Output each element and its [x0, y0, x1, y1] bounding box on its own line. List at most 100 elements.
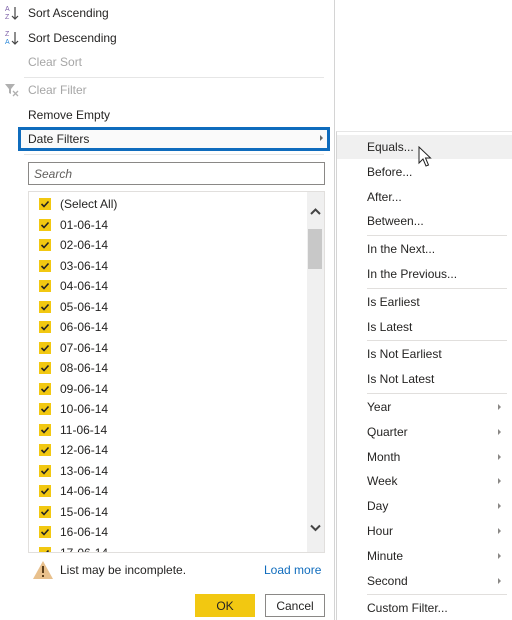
- select-all-item[interactable]: (Select All): [39, 194, 117, 214]
- list-item[interactable]: 09-06-14: [39, 379, 108, 399]
- checkbox[interactable]: [39, 382, 51, 395]
- submenu-item-label: Minute: [367, 548, 404, 563]
- checkmark-icon: [40, 467, 50, 475]
- submenu-item-is-not-latest[interactable]: Is Not Latest: [337, 367, 512, 391]
- list-item[interactable]: 16-06-14: [39, 522, 108, 542]
- submenu-item-month[interactable]: Month: [337, 445, 512, 469]
- date-filters-label: Date Filters: [28, 132, 90, 146]
- submenu-item-in-the-next[interactable]: In the Next...: [337, 237, 512, 261]
- submenu-item-label: Second: [367, 573, 408, 588]
- submenu-item-after[interactable]: After...: [337, 185, 512, 209]
- list-item[interactable]: 14-06-14: [39, 481, 108, 501]
- submenu-item-day[interactable]: Day: [337, 494, 512, 518]
- svg-text:Z: Z: [5, 31, 10, 38]
- scroll-up-icon[interactable]: [307, 204, 324, 220]
- checkbox[interactable]: [39, 280, 51, 292]
- checkbox[interactable]: [39, 403, 51, 415]
- list-item[interactable]: 07-06-14: [39, 338, 108, 358]
- list-item-label: 01-06-14: [60, 217, 109, 232]
- checkbox[interactable]: [39, 259, 51, 272]
- checkbox[interactable]: [39, 239, 51, 251]
- remove-empty-item[interactable]: Remove Empty: [0, 104, 330, 126]
- submenu-item-label: Equals...: [367, 140, 414, 154]
- list-item[interactable]: 05-06-14: [39, 297, 108, 317]
- submenu-item-week[interactable]: Week: [337, 469, 512, 493]
- submenu-item-between[interactable]: Between...: [337, 209, 512, 233]
- submenu-item-hour[interactable]: Hour: [337, 519, 512, 543]
- scroll-down-icon[interactable]: [307, 520, 324, 536]
- checkbox[interactable]: [39, 444, 51, 456]
- submenu-item-label: Year: [367, 400, 392, 414]
- submenu-item-quarter[interactable]: Quarter: [337, 420, 512, 444]
- list-item-label: 14-06-14: [60, 484, 109, 498]
- checkbox[interactable]: [39, 218, 51, 231]
- scrollbar-thumb[interactable]: [308, 229, 322, 269]
- ok-button[interactable]: OK: [195, 594, 255, 617]
- submenu-item-in-the-previous[interactable]: In the Previous...: [337, 262, 512, 286]
- checkmark-icon: [40, 200, 50, 208]
- checkbox[interactable]: [39, 485, 51, 497]
- list-item[interactable]: 17-06-14: [39, 543, 109, 553]
- clear-filter-item: Clear Filter: [0, 79, 330, 101]
- submenu-item-label: Day: [367, 499, 389, 514]
- mouse-cursor-icon: [418, 145, 432, 168]
- checkbox[interactable]: [39, 526, 51, 538]
- list-item-label: 16-06-14: [60, 525, 109, 539]
- sort-descending-label: Sort Descending: [28, 31, 117, 45]
- checkbox[interactable]: [39, 505, 51, 518]
- checkbox[interactable]: [39, 546, 51, 552]
- list-item[interactable]: 12-06-14: [39, 440, 108, 460]
- load-more-link[interactable]: Load more: [264, 563, 321, 577]
- submenu-separator: [367, 235, 507, 237]
- list-item[interactable]: 04-06-14: [39, 276, 108, 296]
- chevron-right-icon: [498, 404, 501, 410]
- list-item-label: 05-06-14: [60, 299, 109, 314]
- checkbox[interactable]: [39, 341, 51, 354]
- sort-descending-item[interactable]: ZA Sort Descending: [0, 27, 330, 49]
- search-input[interactable]: [28, 162, 325, 185]
- checkmark-icon: [40, 303, 50, 311]
- list-scrollbar[interactable]: [307, 192, 324, 552]
- list-item[interactable]: 02-06-14: [39, 235, 108, 255]
- sort-ascending-item[interactable]: AZ Sort Ascending: [0, 2, 330, 24]
- checkbox[interactable]: [39, 423, 51, 436]
- submenu-separator: [367, 340, 507, 342]
- submenu-item-minute[interactable]: Minute: [337, 544, 512, 568]
- submenu-item-label: Week: [367, 474, 398, 489]
- submenu-item-is-latest[interactable]: Is Latest: [337, 315, 512, 339]
- date-filters-item[interactable]: Date Filters: [18, 127, 330, 151]
- list-item-label: 10-06-14: [60, 402, 109, 416]
- checkbox[interactable]: [39, 198, 51, 210]
- date-filters-submenu: Equals... Before... After... Between... In t…: [336, 131, 512, 620]
- list-item[interactable]: 01-06-14: [39, 215, 108, 235]
- list-item-label: 02-06-14: [60, 238, 109, 252]
- list-item[interactable]: 10-06-14: [39, 399, 108, 419]
- submenu-item-is-not-earliest[interactable]: Is Not Earliest: [337, 342, 512, 366]
- checkbox[interactable]: [39, 362, 51, 374]
- submenu-item-label: Is Not Earliest: [367, 347, 442, 362]
- submenu-item-year[interactable]: Year: [337, 395, 512, 419]
- submenu-item-is-earliest[interactable]: Is Earliest: [337, 290, 512, 314]
- sort-ascending-label: Sort Ascending: [28, 6, 109, 20]
- submenu-item-label: Month: [367, 449, 401, 464]
- svg-text:A: A: [5, 39, 10, 46]
- list-item-label: 08-06-14: [60, 361, 109, 375]
- list-item[interactable]: 13-06-14: [39, 461, 108, 481]
- checkbox[interactable]: [39, 300, 51, 313]
- list-item[interactable]: 15-06-14: [39, 502, 108, 522]
- list-item-label: 06-06-14: [60, 320, 109, 334]
- submenu-item-custom-filter[interactable]: Custom Filter...: [337, 596, 512, 620]
- list-item[interactable]: 11-06-14: [39, 420, 107, 440]
- list-item[interactable]: 03-06-14: [39, 256, 108, 276]
- list-item[interactable]: 06-06-14: [39, 317, 108, 337]
- checkbox[interactable]: [39, 464, 51, 477]
- list-item-label: 17-06-14: [60, 545, 109, 553]
- submenu-item-second[interactable]: Second: [337, 569, 512, 593]
- submenu-item-label: In the Next...: [367, 242, 436, 257]
- list-item[interactable]: 08-06-14: [39, 358, 108, 378]
- cancel-button[interactable]: Cancel: [265, 594, 325, 617]
- list-item-label: (Select All): [60, 197, 118, 211]
- submenu-item-label: In the Previous...: [367, 267, 458, 281]
- list-item-label: 15-06-14: [60, 504, 109, 519]
- checkbox[interactable]: [39, 321, 51, 333]
